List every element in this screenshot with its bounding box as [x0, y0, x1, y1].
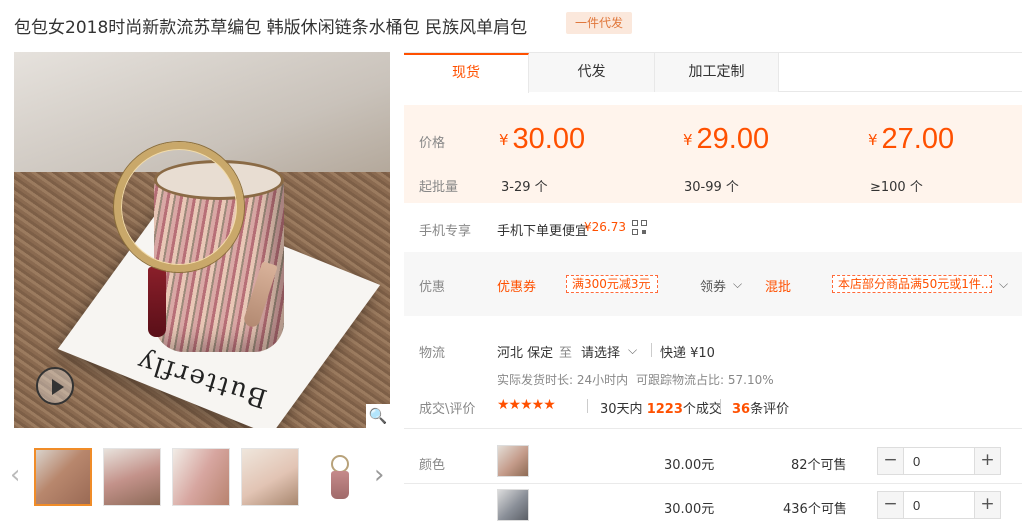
- sku-price: 30.00元: [664, 458, 715, 473]
- price-value: 27.00: [881, 123, 955, 155]
- mix-batch-tag[interactable]: 本店部分商品满50元或1件...: [832, 275, 992, 293]
- thumbnail[interactable]: [310, 448, 368, 506]
- ship-to-word: 至: [559, 346, 573, 361]
- currency-symbol: ¥: [499, 131, 509, 149]
- sku-stock: 436个可售: [783, 502, 847, 517]
- track-rate: 可跟踪物流占比: 57.10%: [636, 373, 774, 387]
- rating-stars: ★★★★★: [497, 397, 556, 413]
- deals-suffix: 个成交: [682, 402, 722, 417]
- tab-customize[interactable]: 加工定制: [655, 53, 779, 92]
- express-fee: 快递 ¥10: [660, 346, 715, 361]
- currency-symbol: ¥: [683, 131, 693, 149]
- video-play-icon[interactable]: [36, 367, 74, 405]
- qr-code-icon[interactable]: [632, 220, 648, 236]
- bag-ring-handle: [114, 142, 244, 272]
- range-tier-2: 30-99 个: [684, 180, 739, 195]
- divider: [720, 399, 721, 413]
- deals-summary: 30天内 1223个成交: [600, 398, 722, 417]
- ship-from: 河北 保定: [497, 346, 554, 361]
- qty-plus-button[interactable]: +: [974, 448, 1000, 474]
- sku-thumbnail[interactable]: [497, 445, 529, 477]
- thumbnail-image: [173, 449, 229, 505]
- main-product-image[interactable]: Butterfly 🔍: [14, 52, 390, 428]
- discount-label: 优惠: [419, 280, 446, 295]
- deals-count[interactable]: 1223: [647, 402, 683, 417]
- range-tier-1: 3-29 个: [501, 180, 548, 195]
- logistics-label: 物流: [419, 346, 446, 361]
- sku-separator: [404, 483, 1022, 484]
- currency-symbol: ¥: [868, 131, 878, 149]
- coupon-tag[interactable]: 满300元减3元: [566, 275, 658, 293]
- mobile-label: 手机专享: [419, 224, 472, 239]
- coupon-label: 优惠券: [497, 280, 537, 295]
- ship-time: 实际发货时长: 24小时内: [497, 373, 629, 387]
- purchase-type-tabs: 现货 代发 加工定制: [404, 52, 1022, 93]
- price-tier-3: ¥27.00: [868, 123, 954, 156]
- review-suffix: 条评价: [750, 402, 790, 417]
- range-tier-3: ≥100 个: [870, 180, 923, 195]
- quantity-stepper: − +: [877, 491, 1001, 519]
- deals-days: 30天内: [600, 402, 643, 417]
- price-tier-2: ¥29.00: [683, 123, 769, 156]
- divider: [651, 343, 652, 357]
- claim-chevron-down-icon[interactable]: ⌵: [733, 277, 742, 292]
- thumbnail[interactable]: [34, 448, 92, 506]
- dropship-badge: 一件代发: [566, 12, 633, 34]
- price-value: 29.00: [696, 123, 770, 155]
- thumbnail[interactable]: [103, 448, 161, 506]
- thumb-prev-arrow-icon[interactable]: ‹: [10, 462, 20, 488]
- claim-coupon-link[interactable]: 领券: [700, 276, 726, 295]
- reviews-label: 成交\评价: [419, 402, 476, 417]
- thumbnail-image: [104, 449, 160, 505]
- thumbnail-image: [311, 449, 367, 505]
- qty-minus-button[interactable]: −: [878, 492, 904, 518]
- moq-label: 起批量: [419, 180, 459, 195]
- ship-to-chevron-down-icon[interactable]: ⌵: [628, 343, 637, 358]
- ship-to-select[interactable]: 请选择: [581, 342, 620, 361]
- tassel-red: [148, 267, 166, 337]
- qty-minus-button[interactable]: −: [878, 448, 904, 474]
- sku-stock: 82个可售: [791, 458, 847, 473]
- qty-input[interactable]: [905, 492, 973, 518]
- color-label: 颜色: [419, 458, 446, 473]
- product-title: 包包女2018时尚新款流苏草编包 韩版休闲链条水桶包 民族风单肩包: [14, 18, 528, 38]
- price-tier-1: ¥30.00: [499, 123, 585, 156]
- price-value: 30.00: [512, 123, 586, 155]
- price-box: 价格 起批量 ¥30.00 3-29 个 ¥29.00 30-99 个 ¥27.…: [404, 105, 1022, 203]
- tab-dropship[interactable]: 代发: [529, 53, 655, 92]
- thumbnail-image: [242, 449, 298, 505]
- tab-spot[interactable]: 现货: [404, 53, 529, 93]
- mobile-text: 手机下单更便宜: [497, 224, 589, 239]
- mobile-price: ¥26.73: [584, 220, 626, 234]
- thumbnail[interactable]: [172, 448, 230, 506]
- mix-batch-label: 混批: [765, 280, 792, 295]
- price-label: 价格: [419, 136, 446, 151]
- zoom-icon[interactable]: 🔍: [366, 404, 390, 428]
- review-count[interactable]: 36: [732, 402, 750, 417]
- qty-plus-button[interactable]: +: [974, 492, 1000, 518]
- sku-thumbnail[interactable]: [497, 489, 529, 521]
- thumbnail[interactable]: [241, 448, 299, 506]
- divider: [587, 399, 588, 413]
- thumb-next-arrow-icon[interactable]: ›: [374, 462, 384, 488]
- sku-price: 30.00元: [664, 502, 715, 517]
- mix-chevron-down-icon[interactable]: ⌵: [999, 277, 1008, 292]
- review-summary: 36条评价: [732, 398, 789, 417]
- sku-separator: [404, 428, 1022, 429]
- thumbnail-image: [36, 450, 90, 504]
- qty-input[interactable]: [905, 448, 973, 474]
- quantity-stepper: − +: [877, 447, 1001, 475]
